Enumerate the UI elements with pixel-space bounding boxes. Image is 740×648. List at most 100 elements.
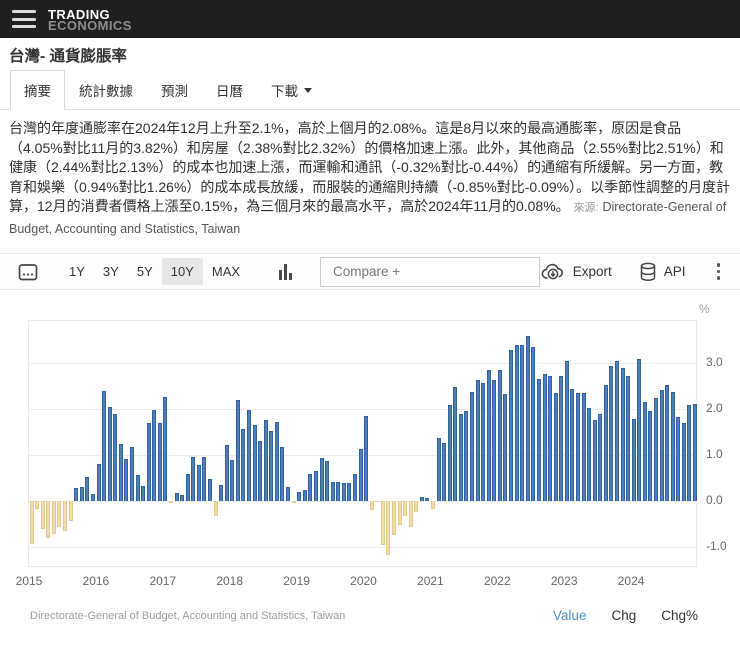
data-bar[interactable] [286, 486, 291, 501]
data-bar[interactable] [520, 344, 525, 501]
api-button[interactable]: API [639, 262, 686, 282]
data-bar[interactable] [107, 407, 112, 501]
data-bar[interactable] [163, 397, 168, 501]
range-5y[interactable]: 5Y [128, 258, 162, 285]
data-bar[interactable] [670, 392, 675, 501]
data-bar[interactable] [503, 394, 508, 501]
data-bar[interactable] [247, 409, 252, 501]
data-bar[interactable] [302, 490, 307, 501]
data-bar[interactable] [525, 335, 530, 501]
menu-icon[interactable] [12, 10, 36, 28]
data-bar[interactable] [564, 361, 569, 501]
data-bar[interactable] [325, 461, 330, 501]
data-bar[interactable] [168, 500, 173, 503]
data-bar[interactable] [587, 407, 592, 501]
data-bar[interactable] [135, 474, 140, 501]
data-bar[interactable] [129, 446, 134, 501]
data-bar[interactable] [152, 410, 157, 501]
data-bar[interactable] [481, 383, 486, 501]
data-bar[interactable] [419, 496, 424, 501]
data-bar[interactable] [352, 473, 357, 501]
plot-area[interactable]: 3.0 2.0 1.0 0.0 -1.0 2015 2016 2017 2018 2019 2020… [16, 320, 727, 588]
data-bar[interactable] [280, 447, 285, 501]
mode-chg%[interactable]: Chg% [661, 608, 698, 623]
data-bar[interactable] [46, 500, 51, 539]
data-bar[interactable] [319, 457, 324, 501]
data-bar[interactable] [252, 425, 257, 501]
data-bar[interactable] [375, 500, 380, 502]
data-bar[interactable] [180, 495, 185, 501]
data-bar[interactable] [447, 404, 452, 501]
data-bar[interactable] [536, 378, 541, 501]
tab-統計數據[interactable]: 統計數據 [65, 70, 147, 110]
data-bar[interactable] [598, 414, 603, 501]
mode-chg[interactable]: Chg [611, 608, 636, 623]
data-bar[interactable] [57, 500, 62, 527]
brand-logo[interactable]: TRADING ECONOMICS [48, 7, 132, 32]
data-bar[interactable] [470, 392, 475, 501]
data-bar[interactable] [146, 422, 151, 501]
data-bar[interactable] [486, 370, 491, 501]
data-bar[interactable] [51, 500, 56, 535]
data-bar[interactable] [548, 375, 553, 501]
data-bar[interactable] [431, 500, 435, 509]
data-bar[interactable] [347, 482, 352, 501]
data-bar[interactable] [464, 411, 469, 501]
data-bar[interactable] [90, 494, 95, 501]
data-bar[interactable] [40, 500, 45, 530]
data-bar[interactable] [553, 392, 558, 501]
data-bar[interactable] [631, 418, 636, 501]
data-bar[interactable] [369, 500, 374, 511]
data-bar[interactable] [74, 488, 79, 501]
data-bar[interactable] [659, 389, 664, 501]
data-bar[interactable] [592, 420, 597, 501]
data-bar[interactable] [29, 500, 34, 544]
data-bar[interactable] [297, 492, 302, 501]
data-bar[interactable] [124, 459, 129, 501]
data-bar[interactable] [386, 500, 391, 556]
data-bar[interactable] [531, 346, 536, 501]
data-bar[interactable] [408, 500, 413, 528]
data-bar[interactable] [693, 404, 698, 501]
data-bar[interactable] [330, 482, 335, 501]
data-bar[interactable] [570, 389, 575, 501]
data-bar[interactable] [196, 465, 201, 501]
data-bar[interactable] [425, 498, 430, 501]
data-bar[interactable] [174, 492, 179, 501]
tab-日曆[interactable]: 日曆 [202, 70, 257, 110]
data-bar[interactable] [63, 500, 68, 532]
data-bar[interactable] [269, 430, 274, 501]
data-bar[interactable] [185, 473, 190, 501]
export-button[interactable]: Export [540, 263, 612, 281]
data-bar[interactable] [475, 379, 480, 501]
data-bar[interactable] [458, 413, 463, 501]
chart-type-icon[interactable] [279, 263, 293, 280]
data-bar[interactable] [96, 463, 101, 501]
data-bar[interactable] [157, 422, 162, 501]
data-bar[interactable] [118, 443, 123, 501]
data-bar[interactable] [436, 438, 441, 501]
data-bar[interactable] [648, 411, 653, 501]
data-bar[interactable] [358, 448, 363, 501]
data-bar[interactable] [614, 360, 619, 501]
data-bar[interactable] [681, 423, 686, 501]
data-bar[interactable] [364, 415, 369, 501]
data-bar[interactable] [341, 482, 346, 501]
data-bar[interactable] [609, 366, 614, 501]
data-bar[interactable] [102, 390, 107, 501]
data-bar[interactable] [603, 384, 608, 501]
data-bar[interactable] [391, 500, 396, 536]
data-bar[interactable] [642, 402, 647, 501]
data-bar[interactable] [509, 350, 514, 501]
data-bar[interactable] [497, 370, 502, 501]
data-bar[interactable] [208, 479, 212, 501]
data-bar[interactable] [665, 384, 670, 501]
data-bar[interactable] [336, 481, 341, 501]
data-bar[interactable] [308, 474, 313, 501]
data-bar[interactable] [191, 456, 196, 501]
data-bar[interactable] [241, 428, 246, 501]
tab-摘要[interactable]: 摘要 [10, 70, 65, 110]
compare-input[interactable] [320, 256, 540, 287]
data-bar[interactable] [291, 500, 296, 504]
data-bar[interactable] [85, 476, 90, 501]
